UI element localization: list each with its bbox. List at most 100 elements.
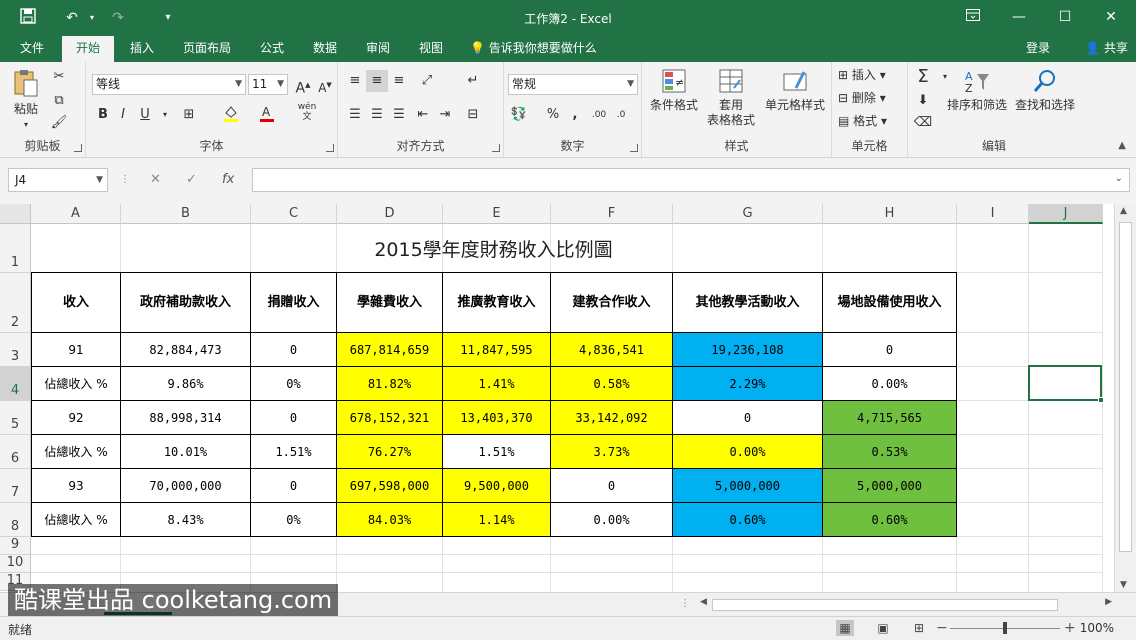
tab-splitter-icon[interactable]: ⋮ bbox=[680, 593, 690, 615]
fill-handle[interactable] bbox=[1098, 397, 1104, 403]
delete-cells-button[interactable]: ⊟ 删除 ▾ bbox=[838, 89, 886, 107]
horizontal-scrollbar[interactable]: ◀ ▶ bbox=[698, 597, 1114, 613]
fill-color-icon[interactable] bbox=[220, 104, 242, 126]
vertical-scrollbar[interactable]: ▲ ▼ bbox=[1114, 204, 1136, 592]
header-cell-income[interactable]: 收入 bbox=[31, 272, 121, 333]
clear-icon[interactable]: ⌫ bbox=[912, 112, 934, 134]
data-cell-donation[interactable]: 0 bbox=[250, 400, 337, 435]
data-cell-income[interactable]: 佔總收入 % bbox=[31, 366, 121, 401]
data-cell-income[interactable]: 93 bbox=[31, 468, 121, 503]
scroll-up-icon[interactable]: ▲ bbox=[1120, 206, 1127, 216]
data-cell-facilities[interactable]: 5,000,000 bbox=[822, 468, 957, 503]
data-cell-donation[interactable]: 0% bbox=[250, 502, 337, 537]
horizontal-scroll-thumb[interactable] bbox=[712, 599, 1058, 611]
data-cell-extension[interactable]: 9,500,000 bbox=[442, 468, 551, 503]
header-cell-tuition[interactable]: 學雜費收入 bbox=[336, 272, 443, 333]
data-cell-donation[interactable]: 1.51% bbox=[250, 434, 337, 469]
cancel-formula-button[interactable]: ✕ bbox=[150, 168, 161, 192]
active-cell-selection[interactable] bbox=[1028, 365, 1104, 403]
data-cell-cooperation[interactable]: 0 bbox=[550, 468, 673, 503]
data-cell-other-teaching[interactable]: 0.00% bbox=[672, 434, 823, 469]
data-cell-tuition[interactable]: 687,814,659 bbox=[336, 332, 443, 367]
data-cell-extension[interactable]: 1.51% bbox=[442, 434, 551, 469]
italic-button[interactable]: I bbox=[112, 104, 134, 126]
column-header-G[interactable]: G bbox=[673, 204, 823, 224]
row-header-2[interactable]: 2 bbox=[0, 273, 31, 333]
zoom-level[interactable]: 100% bbox=[1080, 621, 1114, 635]
decrease-font-icon[interactable]: A▼ bbox=[314, 74, 336, 96]
zoom-in-button[interactable]: + bbox=[1064, 620, 1076, 636]
data-cell-extension[interactable]: 1.14% bbox=[442, 502, 551, 537]
cell-styles-button[interactable]: 单元格样式 bbox=[762, 68, 828, 113]
align-right-icon[interactable]: ☰ bbox=[388, 104, 410, 126]
data-cell-government[interactable]: 8.43% bbox=[120, 502, 251, 537]
close-icon[interactable]: ✕ bbox=[1088, 0, 1134, 36]
row-header-1[interactable]: 1 bbox=[0, 224, 31, 273]
align-middle-icon[interactable]: ≡ bbox=[366, 70, 388, 92]
select-all-corner[interactable] bbox=[0, 204, 31, 224]
header-cell-donation[interactable]: 捐贈收入 bbox=[250, 272, 337, 333]
name-box[interactable]: J4 ▼ bbox=[8, 168, 108, 192]
page-break-view-icon[interactable]: ⊞ bbox=[910, 620, 928, 636]
data-cell-government[interactable]: 70,000,000 bbox=[120, 468, 251, 503]
data-cell-facilities[interactable]: 0 bbox=[822, 332, 957, 367]
data-cell-cooperation[interactable]: 4,836,541 bbox=[550, 332, 673, 367]
align-center-icon[interactable]: ☰ bbox=[366, 104, 388, 126]
paste-button[interactable]: 粘贴 ▾ bbox=[8, 68, 44, 132]
tab-view[interactable]: 视图 bbox=[411, 36, 451, 62]
normal-view-icon[interactable]: ▦ bbox=[836, 620, 854, 636]
copy-icon[interactable]: ⧉ bbox=[48, 90, 70, 112]
number-launcher-icon[interactable] bbox=[630, 144, 638, 152]
insert-function-button[interactable]: fx bbox=[222, 168, 234, 192]
header-cell-extension[interactable]: 推廣教育收入 bbox=[442, 272, 551, 333]
underline-dropdown-icon[interactable]: ▾ bbox=[154, 104, 176, 126]
zoom-out-button[interactable]: − bbox=[936, 620, 948, 636]
data-cell-government[interactable]: 88,998,314 bbox=[120, 400, 251, 435]
percent-style-button[interactable]: % bbox=[542, 104, 564, 126]
data-cell-government[interactable]: 10.01% bbox=[120, 434, 251, 469]
increase-indent-icon[interactable]: ⇥ bbox=[434, 104, 456, 126]
row-header-3[interactable]: 3 bbox=[0, 333, 31, 367]
row-header-6[interactable]: 6 bbox=[0, 435, 31, 469]
data-cell-facilities[interactable]: 0.60% bbox=[822, 502, 957, 537]
login-link[interactable]: 登录 bbox=[1026, 36, 1050, 60]
increase-decimal-icon[interactable]: .00 bbox=[588, 104, 610, 126]
data-cell-donation[interactable]: 0 bbox=[250, 468, 337, 503]
insert-cells-button[interactable]: ⊞ 插入 ▾ bbox=[838, 66, 886, 84]
autosum-icon[interactable]: Σ bbox=[912, 66, 934, 88]
accounting-format-icon[interactable]: 💱 bbox=[508, 104, 530, 126]
formula-bar-handle-icon[interactable]: ⋮ bbox=[120, 168, 130, 192]
header-cell-government[interactable]: 政府補助款收入 bbox=[120, 272, 251, 333]
tell-me-box[interactable]: 💡 告诉我你想要做什么 bbox=[470, 36, 597, 62]
number-format-select[interactable]: 常规 ▼ bbox=[508, 74, 638, 95]
column-header-J[interactable]: J bbox=[1029, 204, 1103, 224]
data-cell-donation[interactable]: 0% bbox=[250, 366, 337, 401]
zoom-slider-knob[interactable] bbox=[1003, 622, 1007, 634]
underline-button[interactable]: U bbox=[134, 104, 156, 126]
clipboard-launcher-icon[interactable] bbox=[74, 144, 82, 152]
data-cell-extension[interactable]: 13,403,370 bbox=[442, 400, 551, 435]
share-button[interactable]: 👤 共享 bbox=[1085, 36, 1128, 60]
row-header-4[interactable]: 4 bbox=[0, 367, 31, 401]
data-cell-income[interactable]: 佔總收入 % bbox=[31, 434, 121, 469]
format-as-table-button[interactable]: 套用 表格格式 bbox=[702, 68, 760, 128]
header-cell-cooperation[interactable]: 建教合作收入 bbox=[550, 272, 673, 333]
column-header-H[interactable]: H bbox=[823, 204, 957, 224]
wrap-text-icon[interactable]: ↵ bbox=[462, 70, 484, 92]
data-cell-tuition[interactable]: 76.27% bbox=[336, 434, 443, 469]
minimize-icon[interactable]: — bbox=[996, 0, 1042, 36]
ribbon-display-options-icon[interactable] bbox=[950, 0, 996, 36]
borders-icon[interactable]: ⊞ bbox=[178, 104, 200, 126]
column-header-B[interactable]: B bbox=[121, 204, 251, 224]
tab-file[interactable]: 文件 bbox=[10, 36, 54, 62]
collapse-ribbon-icon[interactable]: ▲ bbox=[1118, 140, 1126, 151]
data-cell-facilities[interactable]: 0.00% bbox=[822, 366, 957, 401]
increase-font-icon[interactable]: A▲ bbox=[292, 74, 314, 97]
maximize-icon[interactable]: ☐ bbox=[1042, 0, 1088, 36]
tab-home[interactable]: 开始 bbox=[62, 36, 114, 62]
column-header-F[interactable]: F bbox=[551, 204, 673, 224]
phonetic-icon[interactable]: wén 文 bbox=[296, 102, 318, 124]
format-cells-button[interactable]: ▤ 格式 ▾ bbox=[838, 112, 887, 130]
data-cell-extension[interactable]: 1.41% bbox=[442, 366, 551, 401]
data-cell-other-teaching[interactable]: 19,236,108 bbox=[672, 332, 823, 367]
